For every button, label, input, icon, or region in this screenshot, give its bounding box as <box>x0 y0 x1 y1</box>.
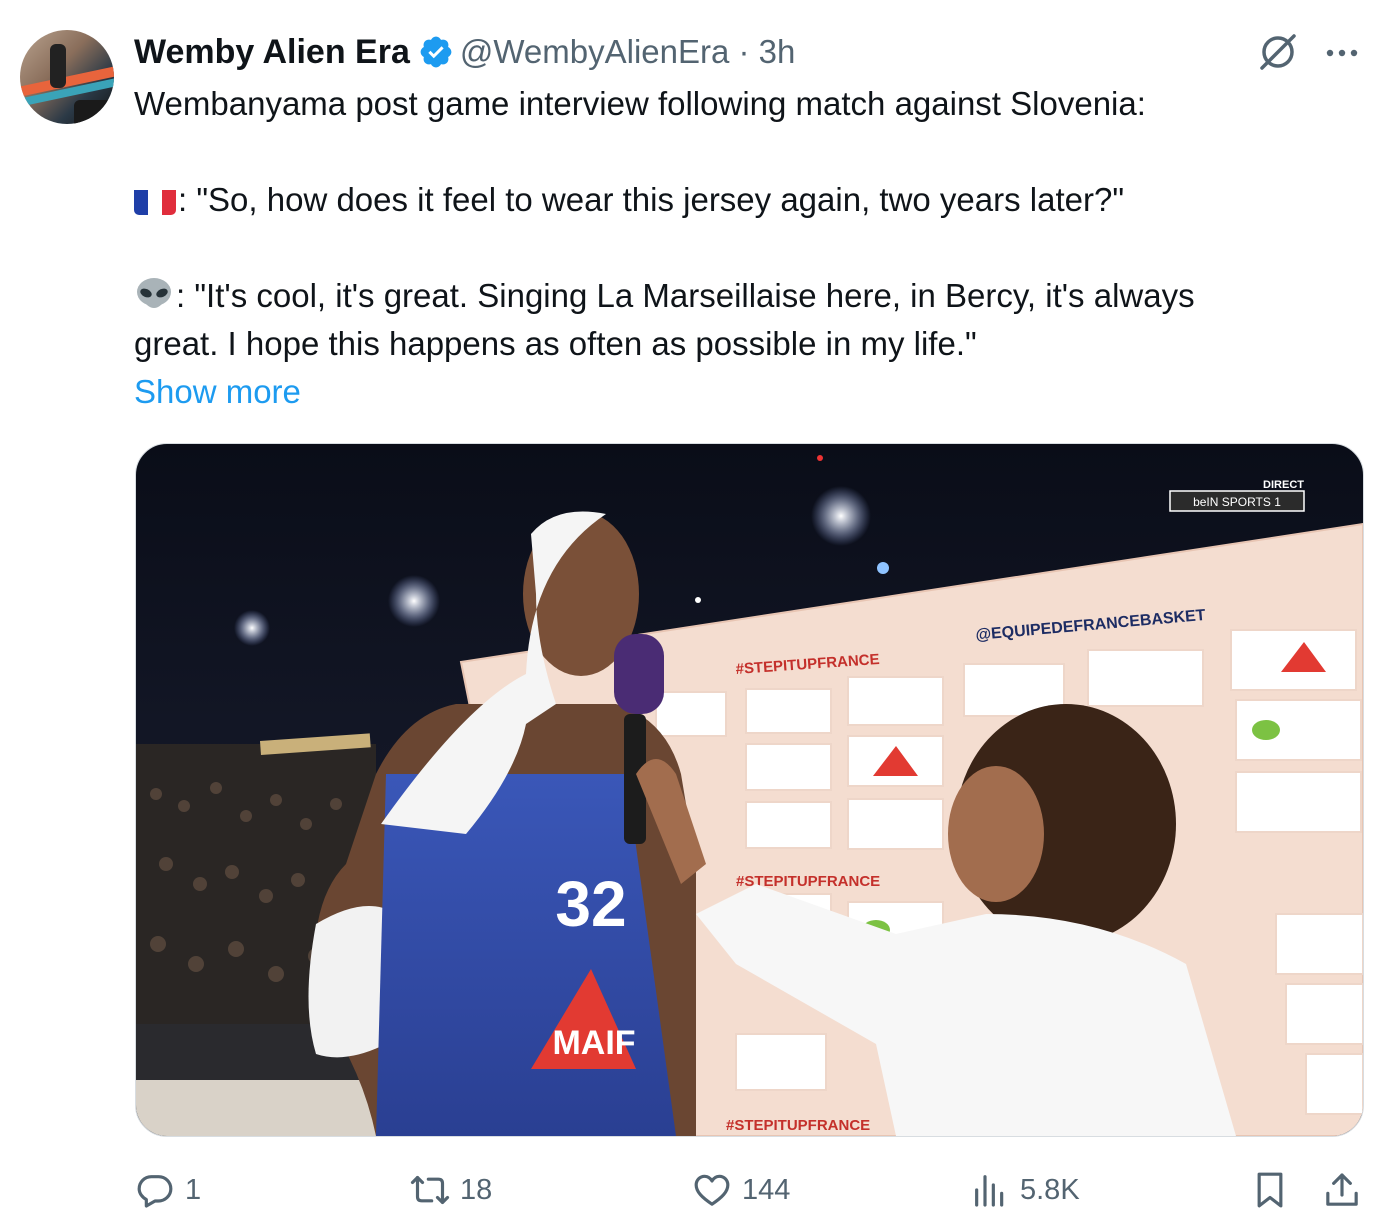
microphone <box>614 634 664 714</box>
repost-button[interactable]: 18 <box>410 1162 492 1218</box>
more-options-icon[interactable] <box>1322 38 1362 68</box>
view-count: 5.8K <box>1020 1173 1080 1206</box>
broadcast-channel: beIN SPORTS 1 <box>1193 495 1281 509</box>
bookmark-icon <box>1257 1172 1283 1208</box>
tweet-line: Wembanyama post game interview following… <box>134 85 1146 122</box>
jersey-number: 32 <box>555 868 626 940</box>
grok-icon[interactable] <box>1256 30 1300 74</box>
arena-light <box>811 486 871 546</box>
tweet-answer: : "It's cool, it's great. Singing La Mar… <box>134 272 1364 320</box>
bookmark-button[interactable] <box>1250 1162 1300 1218</box>
france-flag-icon <box>134 185 176 215</box>
share-button[interactable] <box>1322 1162 1372 1218</box>
author-avatar[interactable] <box>20 30 114 124</box>
tweet-header: Wemby Alien Era @WembyAlienEra · 3h <box>134 30 795 74</box>
share-icon <box>1326 1173 1358 1206</box>
answer-text-line1: : "It's cool, it's great. Singing La Mar… <box>176 277 1195 314</box>
interviewer-face <box>948 766 1044 902</box>
tweet-media-image[interactable]: #STEPITUPFRANCE @EQUIPEDEFRANCEBASKET #S… <box>135 443 1364 1137</box>
arena-light <box>388 575 440 627</box>
views-button[interactable]: 5.8K <box>970 1162 1080 1218</box>
reply-count: 1 <box>185 1173 202 1206</box>
jersey-sponsor: MAIF <box>552 1024 635 1062</box>
like-count: 144 <box>742 1173 791 1206</box>
repost-icon <box>410 1175 450 1205</box>
reply-icon <box>137 1175 173 1208</box>
arena-light <box>234 610 270 646</box>
avatar-shape <box>74 100 114 124</box>
answer-text-line2: great. I hope this happens as often as p… <box>134 325 977 362</box>
avatar-figure <box>50 44 66 88</box>
question-text: : "So, how does it feel to wear this jer… <box>178 181 1125 218</box>
author-name[interactable]: Wemby Alien Era <box>134 33 410 72</box>
author-handle-time[interactable]: @WembyAlienEra · 3h <box>460 33 796 71</box>
reply-button[interactable]: 1 <box>135 1162 201 1218</box>
tweet-actions: 1 18 144 5.8K <box>0 1162 1392 1218</box>
heart-icon <box>694 1174 730 1206</box>
interview-scene: #STEPITUPFRANCE @EQUIPEDEFRANCEBASKET #S… <box>136 455 1363 1136</box>
tweet-text: Wembanyama post game interview following… <box>134 80 1364 416</box>
like-button[interactable]: 144 <box>692 1162 790 1218</box>
show-more-link[interactable]: Show more <box>134 368 1364 416</box>
repost-count: 18 <box>460 1173 493 1206</box>
alien-emoji-icon <box>137 278 171 308</box>
broadcast-live-label: DIRECT <box>1263 479 1304 491</box>
verified-badge-icon <box>420 36 452 68</box>
analytics-icon <box>975 1175 1004 1207</box>
tweet-question: : "So, how does it feel to wear this jer… <box>134 176 1364 224</box>
wall-hashtag-bottom: #STEPITUPFRANCE <box>726 1117 870 1134</box>
